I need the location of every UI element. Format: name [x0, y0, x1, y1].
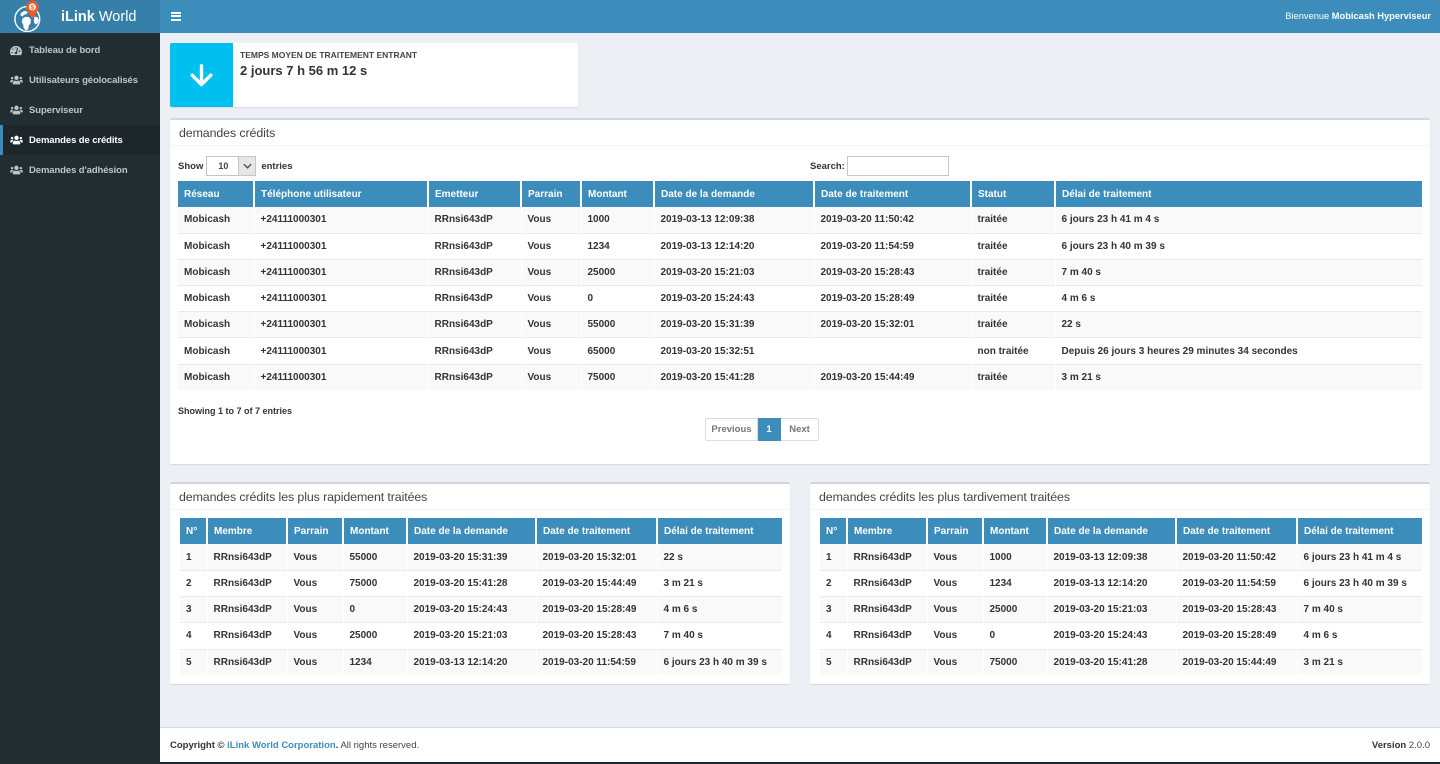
svg-text:$: $: [31, 4, 35, 11]
